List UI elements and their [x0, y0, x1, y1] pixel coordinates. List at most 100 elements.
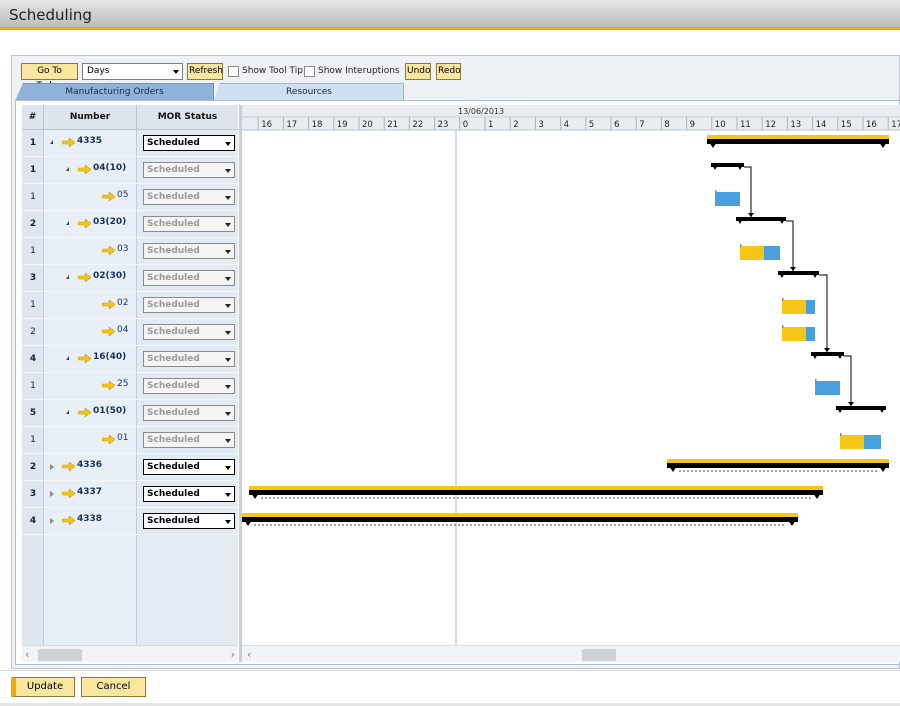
column-header-number[interactable]: Number	[44, 105, 137, 130]
expand-triangle-icon[interactable]	[50, 491, 54, 497]
title-bar: Scheduling	[0, 0, 900, 30]
run-time-bar	[764, 246, 780, 260]
row-number: 4335	[77, 136, 103, 146]
link-arrow-icon[interactable]	[101, 299, 116, 310]
row-index: 2	[30, 327, 36, 337]
view-scale-select[interactable]: Days	[82, 63, 183, 80]
row-number: 05	[117, 190, 129, 200]
row-index: 1	[30, 246, 36, 256]
scroll-right-icon[interactable]: ›	[231, 648, 235, 661]
redo-button[interactable]: Redo	[436, 63, 461, 80]
column-header-status[interactable]: MOR Status	[137, 105, 238, 130]
collapse-triangle-icon[interactable]	[66, 356, 69, 360]
mor-status-value: Scheduled	[147, 462, 200, 472]
table-row[interactable]: 3 02(30) Scheduled	[22, 265, 238, 292]
table-row[interactable]: 5 01(50) Scheduled	[22, 400, 238, 427]
setup-time-bar	[840, 435, 864, 449]
scroll-left-icon[interactable]: ‹	[247, 648, 251, 661]
tab-manufacturing-orders[interactable]: Manufacturing Orders	[15, 83, 214, 101]
link-arrow-icon[interactable]	[61, 515, 76, 526]
task-start-marker	[782, 325, 784, 328]
refresh-button[interactable]: Refresh	[187, 63, 223, 80]
hour-label: 1	[488, 120, 493, 130]
table-row[interactable]: 1 04(10) Scheduled	[22, 157, 238, 184]
chevron-down-icon	[225, 520, 231, 524]
row-number: 04(10)	[93, 163, 127, 173]
undo-button[interactable]: Undo	[405, 63, 431, 80]
link-arrow-icon[interactable]	[61, 488, 76, 499]
table-row[interactable]: 2 03(20) Scheduled	[22, 211, 238, 238]
table-row[interactable]: 1 02 Scheduled	[22, 292, 238, 319]
mor-status-select[interactable]: Scheduled	[143, 486, 235, 502]
link-arrow-icon[interactable]	[61, 137, 76, 148]
cancel-button[interactable]: Cancel	[81, 677, 146, 697]
table-row[interactable]: 2 04 Scheduled	[22, 319, 238, 346]
link-arrow-icon[interactable]	[77, 272, 92, 283]
go-to-today-button[interactable]: Go To Today	[21, 63, 78, 91]
collapse-triangle-icon[interactable]	[66, 221, 69, 225]
show-interruptions-checkbox[interactable]	[304, 66, 315, 77]
chevron-down-icon	[225, 493, 231, 497]
grid-horizontal-scrollbar[interactable]: ‹ ›	[22, 645, 238, 662]
mor-status-select: Scheduled	[143, 162, 235, 178]
link-arrow-icon[interactable]	[77, 218, 92, 229]
table-row[interactable]: 4 4338 Scheduled	[22, 508, 238, 535]
table-row[interactable]: 2 4336 Scheduled	[22, 454, 238, 481]
link-arrow-icon[interactable]	[101, 434, 116, 445]
table-row[interactable]: 1 01 Scheduled	[22, 427, 238, 454]
collapse-triangle-icon[interactable]	[50, 140, 53, 144]
row-index: 1	[29, 165, 37, 175]
mor-status-select: Scheduled	[143, 324, 235, 340]
summary-bar	[707, 139, 889, 144]
collapse-triangle-icon[interactable]	[66, 167, 69, 171]
table-row[interactable]: 4 16(40) Scheduled	[22, 346, 238, 373]
link-arrow-icon[interactable]	[101, 191, 116, 202]
scrollbar-thumb[interactable]	[582, 649, 616, 661]
task-start-marker	[715, 190, 717, 193]
chevron-down-icon	[225, 223, 231, 227]
row-index: 4	[29, 354, 37, 364]
link-arrow-icon[interactable]	[101, 245, 116, 256]
hour-label: 18	[312, 120, 323, 130]
link-arrow-icon[interactable]	[61, 461, 76, 472]
collapse-triangle-icon[interactable]	[66, 275, 69, 279]
table-row[interactable]: 1 4335 Scheduled	[22, 130, 238, 157]
mor-status-select[interactable]: Scheduled	[143, 135, 235, 151]
link-arrow-icon[interactable]	[101, 380, 116, 391]
mor-status-value: Scheduled	[147, 516, 200, 526]
grid-header: # Number MOR Status	[22, 105, 238, 130]
row-index: 3	[29, 273, 37, 283]
expand-triangle-icon[interactable]	[50, 464, 54, 470]
hour-label: 16	[261, 120, 272, 130]
table-row[interactable]: 1 03 Scheduled	[22, 238, 238, 265]
mor-status-select: Scheduled	[143, 378, 235, 394]
tab-resources[interactable]: Resources	[214, 83, 404, 101]
hour-label: 5	[589, 120, 594, 130]
mor-status-select[interactable]: Scheduled	[143, 513, 235, 529]
show-tooltip-checkbox[interactable]	[228, 66, 239, 77]
link-arrow-icon[interactable]	[77, 164, 92, 175]
chevron-down-icon	[225, 304, 231, 308]
hour-label: 3	[538, 120, 543, 130]
gantt-horizontal-scrollbar[interactable]: ‹	[242, 645, 900, 662]
view-scale-value: Days	[87, 66, 110, 76]
table-row[interactable]: 3 4337 Scheduled	[22, 481, 238, 508]
collapse-triangle-icon[interactable]	[66, 410, 69, 414]
scrollbar-thumb[interactable]	[38, 649, 82, 661]
expand-triangle-icon[interactable]	[50, 518, 54, 524]
hour-label: 22	[412, 120, 423, 130]
link-arrow-icon[interactable]	[77, 407, 92, 418]
column-header-index[interactable]: #	[22, 105, 44, 130]
scroll-left-icon[interactable]: ‹	[25, 648, 29, 661]
mor-status-select[interactable]: Scheduled	[143, 459, 235, 475]
update-button[interactable]: Update	[11, 677, 75, 697]
chevron-down-icon	[225, 196, 231, 200]
task-start-marker	[782, 298, 784, 301]
link-arrow-icon[interactable]	[101, 326, 116, 337]
row-number: 03(20)	[93, 217, 127, 227]
table-row[interactable]: 1 05 Scheduled	[22, 184, 238, 211]
link-arrow-icon[interactable]	[77, 353, 92, 364]
hour-label: 20	[362, 120, 373, 130]
table-row[interactable]: 1 25 Scheduled	[22, 373, 238, 400]
row-index: 1	[30, 300, 36, 310]
